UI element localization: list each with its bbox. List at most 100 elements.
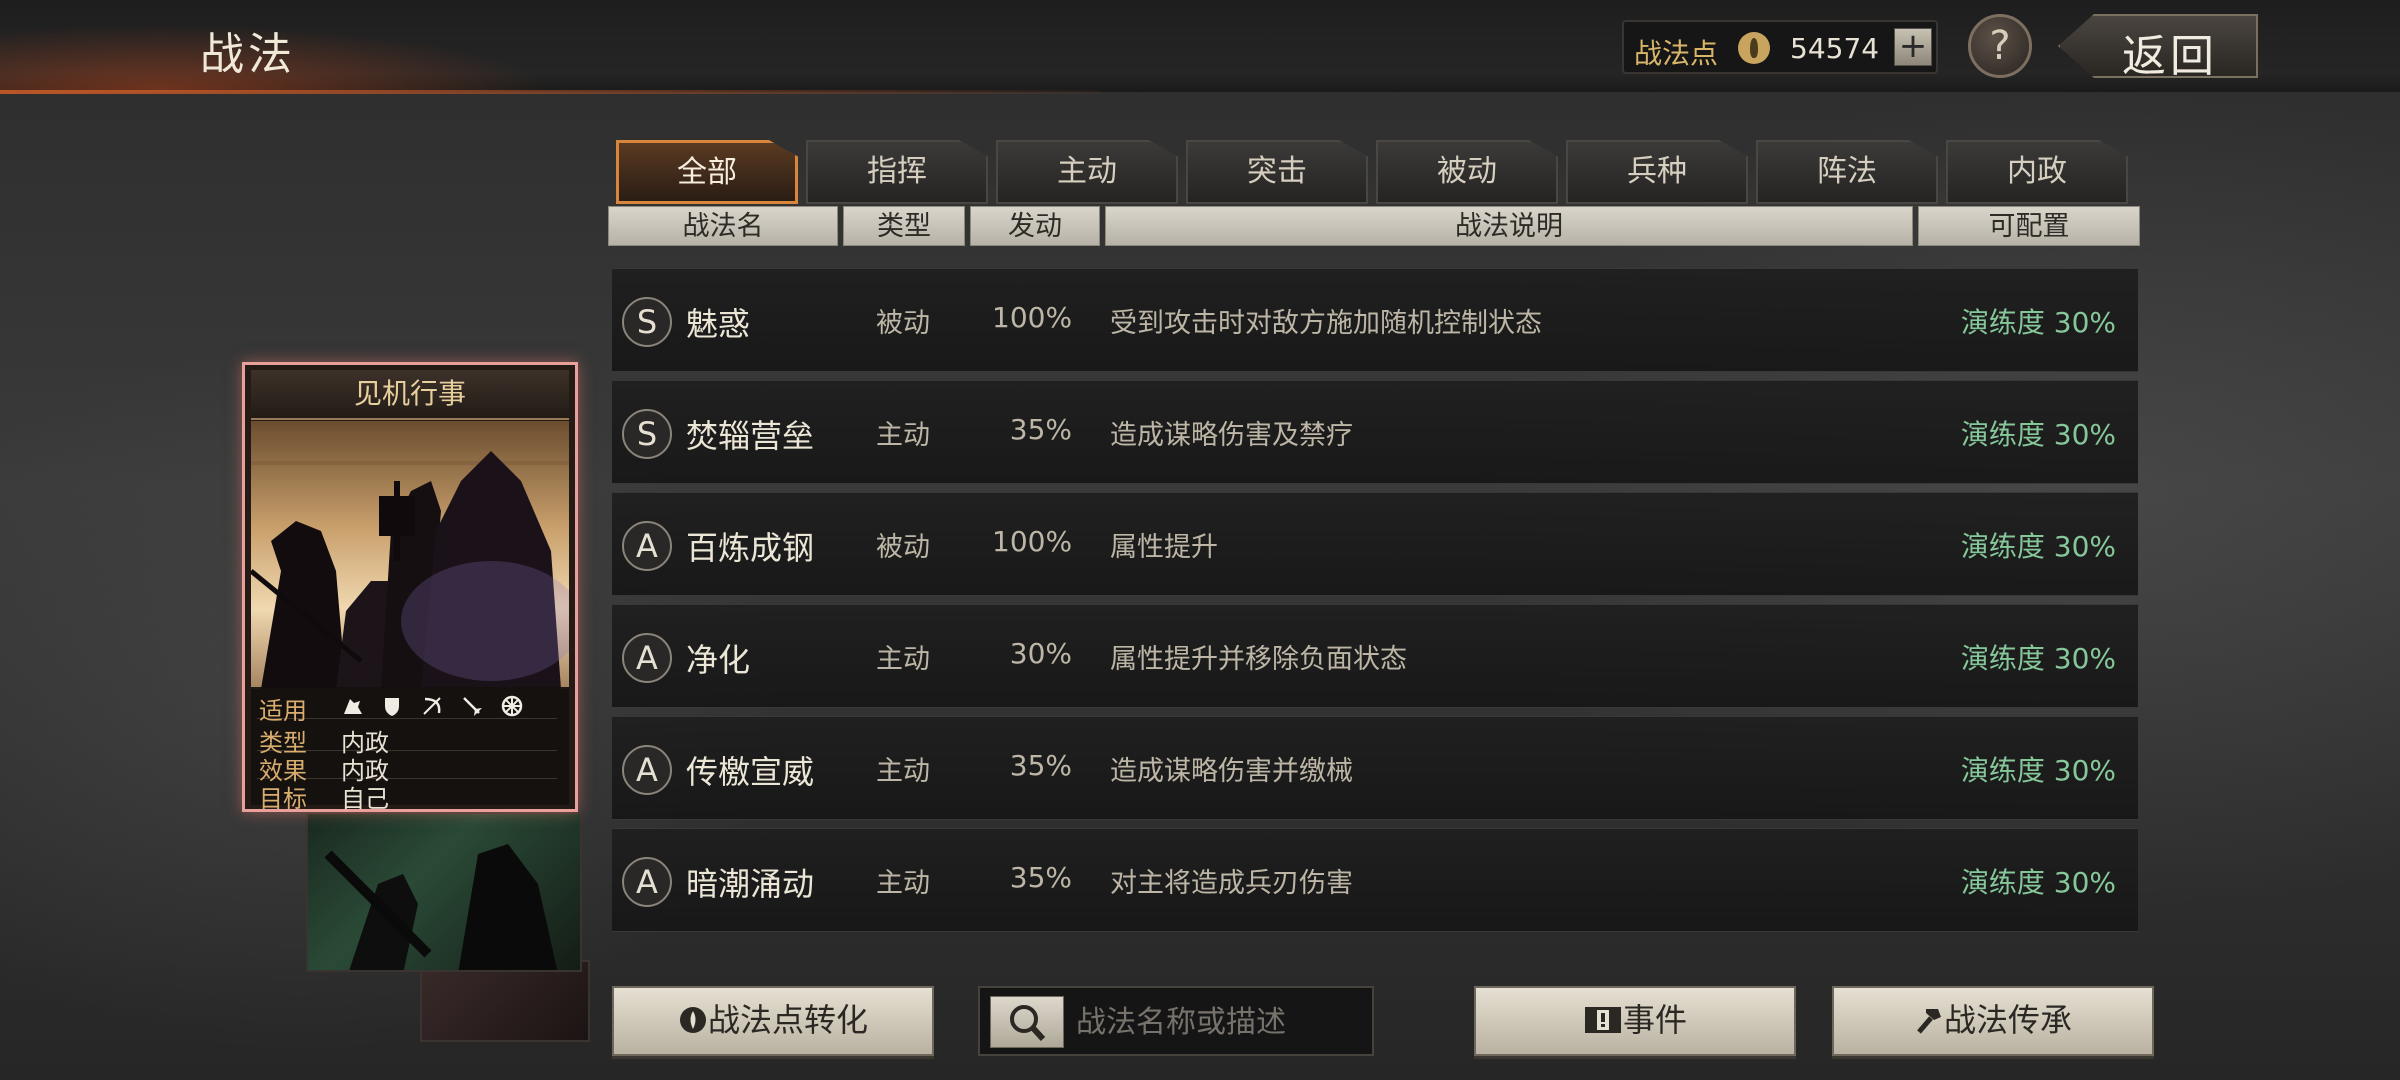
skill-type: 主动 — [876, 756, 930, 787]
skill-type: 被动 — [876, 532, 930, 563]
page-title: 战法 — [200, 29, 296, 80]
tab-all[interactable]: 全部 — [616, 140, 798, 204]
skill-row[interactable]: A 暗潮涌动 主动 35% 对主将造成兵刃伤害 演练度 30% — [612, 828, 2138, 932]
grade-badge: A — [622, 745, 672, 795]
title-glow — [0, 0, 900, 92]
card-title: 见机行事 — [251, 370, 569, 420]
stat-type: 类型 内政 — [257, 721, 557, 757]
skill-points-value: 54574 — [1790, 32, 1880, 65]
skill-type: 主动 — [876, 420, 930, 451]
skill-row[interactable]: S 魅惑 被动 100% 受到攻击时对敌方施加随机控制状态 演练度 30% — [612, 268, 2138, 372]
stacked-skill-card[interactable] — [420, 960, 590, 1042]
skill-description: 属性提升并移除负面状态 — [1110, 644, 1407, 675]
inherit-skill-button[interactable]: 战法传承 — [1832, 986, 2154, 1056]
search-button[interactable] — [990, 996, 1064, 1048]
top-bar: 战法 战法点 54574 + ? 返回 — [0, 0, 2400, 94]
skill-type: 被动 — [876, 308, 930, 339]
column-header-description: 战法说明 — [1105, 206, 1913, 246]
skill-rate: 35% — [1009, 413, 1072, 446]
tab-assault[interactable]: 突击 — [1186, 140, 1368, 204]
search-input[interactable] — [1076, 996, 1366, 1048]
grade-badge: A — [622, 521, 672, 571]
skill-name: 焚辎营垒 — [686, 417, 815, 455]
search-box — [978, 986, 1374, 1056]
skill-rate: 35% — [1009, 749, 1072, 782]
selected-skill-card[interactable]: 见机行事 适用 类型 内政 效果 内政 目标 自己 — [242, 362, 578, 813]
event-button[interactable]: 事件 — [1474, 986, 1796, 1056]
card-art — [251, 421, 569, 689]
skill-points-box: 战法点 54574 + — [1622, 20, 1938, 74]
skill-proficiency: 演练度 30% — [1960, 418, 2116, 451]
back-button[interactable]: 返回 — [2058, 14, 2258, 82]
spear-icon — [463, 697, 482, 716]
skill-points-label: 战法点 — [1634, 37, 1719, 70]
stacked-skill-card[interactable] — [306, 812, 582, 972]
grade-badge: S — [622, 409, 672, 459]
skill-name: 净化 — [686, 641, 751, 679]
skill-description: 造成谋略伤害并缴械 — [1110, 756, 1353, 787]
column-header-config[interactable]: 可配置 — [1918, 206, 2140, 246]
search-icon — [1010, 1005, 1046, 1042]
back-button-label: 返回 — [2122, 31, 2218, 82]
grade-badge: A — [622, 857, 672, 907]
hammer-icon — [1917, 1009, 1941, 1034]
skill-description: 造成谋略伤害及禁疗 — [1110, 420, 1353, 451]
skill-proficiency: 演练度 30% — [1960, 754, 2116, 787]
bow-icon — [423, 697, 441, 715]
skill-point-icon — [679, 1007, 706, 1033]
add-points-button[interactable]: + — [1894, 28, 1932, 66]
stat-target: 目标 自己 — [257, 777, 557, 813]
stat-effect: 效果 内政 — [257, 749, 557, 785]
stat-applies: 适用 — [257, 689, 557, 725]
skill-name: 传檄宣威 — [686, 753, 815, 791]
skill-point-icon — [1738, 32, 1770, 64]
skill-rate: 35% — [1009, 861, 1072, 894]
skill-row[interactable]: A 百炼成钢 被动 100% 属性提升 演练度 30% — [612, 492, 2138, 596]
stat-target-value: 自己 — [341, 785, 389, 813]
tab-passive[interactable]: 被动 — [1376, 140, 1558, 204]
cavalry-icon — [344, 699, 362, 714]
inherit-skill-label: 战法传承 — [1943, 1001, 2072, 1039]
event-label: 事件 — [1622, 1001, 1687, 1039]
skill-type: 主动 — [876, 868, 930, 899]
stat-target-label: 目标 — [259, 785, 307, 813]
tab-formation[interactable]: 阵法 — [1756, 140, 1938, 204]
skill-name: 百炼成钢 — [686, 529, 815, 567]
skill-description: 受到攻击时对敌方施加随机控制状态 — [1110, 308, 1542, 339]
tab-command[interactable]: 指挥 — [806, 140, 988, 204]
grade-badge: S — [622, 297, 672, 347]
skill-proficiency: 演练度 30% — [1960, 642, 2116, 675]
skill-rate: 100% — [992, 301, 1073, 334]
help-button[interactable]: ? — [1968, 14, 2032, 78]
title-underline — [0, 90, 1100, 94]
card-stats: 适用 类型 内政 效果 内政 目标 自己 — [251, 687, 569, 813]
skill-rate: 100% — [992, 525, 1073, 558]
skill-name: 魅惑 — [686, 305, 751, 343]
skill-name: 暗潮涌动 — [686, 865, 815, 903]
tab-active[interactable]: 主动 — [996, 140, 1178, 204]
tab-troop[interactable]: 兵种 — [1566, 140, 1748, 204]
wheel-icon — [501, 695, 523, 717]
skill-type: 主动 — [876, 644, 930, 675]
column-header-rate[interactable]: 发动 — [970, 206, 1100, 246]
skill-list: S 魅惑 被动 100% 受到攻击时对敌方施加随机控制状态 演练度 30% S … — [612, 258, 2138, 948]
skill-proficiency: 演练度 30% — [1960, 530, 2116, 563]
skill-row[interactable]: A 传檄宣威 主动 35% 造成谋略伤害并缴械 演练度 30% — [612, 716, 2138, 820]
convert-points-label: 战法点转化 — [707, 1001, 868, 1039]
skill-description: 对主将造成兵刃伤害 — [1110, 868, 1353, 899]
skill-description: 属性提升 — [1110, 532, 1218, 563]
grade-badge: A — [622, 633, 672, 683]
shield-icon — [385, 698, 399, 716]
skill-rate: 30% — [1009, 637, 1072, 670]
card-art-silhouette — [324, 844, 558, 970]
skill-row[interactable]: A 净化 主动 30% 属性提升并移除负面状态 演练度 30% — [612, 604, 2138, 708]
card-art-silhouette — [251, 431, 569, 689]
skill-row[interactable]: S 焚辎营垒 主动 35% 造成谋略伤害及禁疗 演练度 30% — [612, 380, 2138, 484]
convert-points-button[interactable]: 战法点转化 — [612, 986, 934, 1056]
column-header-type[interactable]: 类型 — [843, 206, 965, 246]
event-icon — [1584, 1007, 1621, 1033]
skill-proficiency: 演练度 30% — [1960, 306, 2116, 339]
column-header-name[interactable]: 战法名 — [608, 206, 838, 246]
skill-proficiency: 演练度 30% — [1960, 866, 2116, 899]
tab-internal[interactable]: 内政 — [1946, 140, 2128, 204]
